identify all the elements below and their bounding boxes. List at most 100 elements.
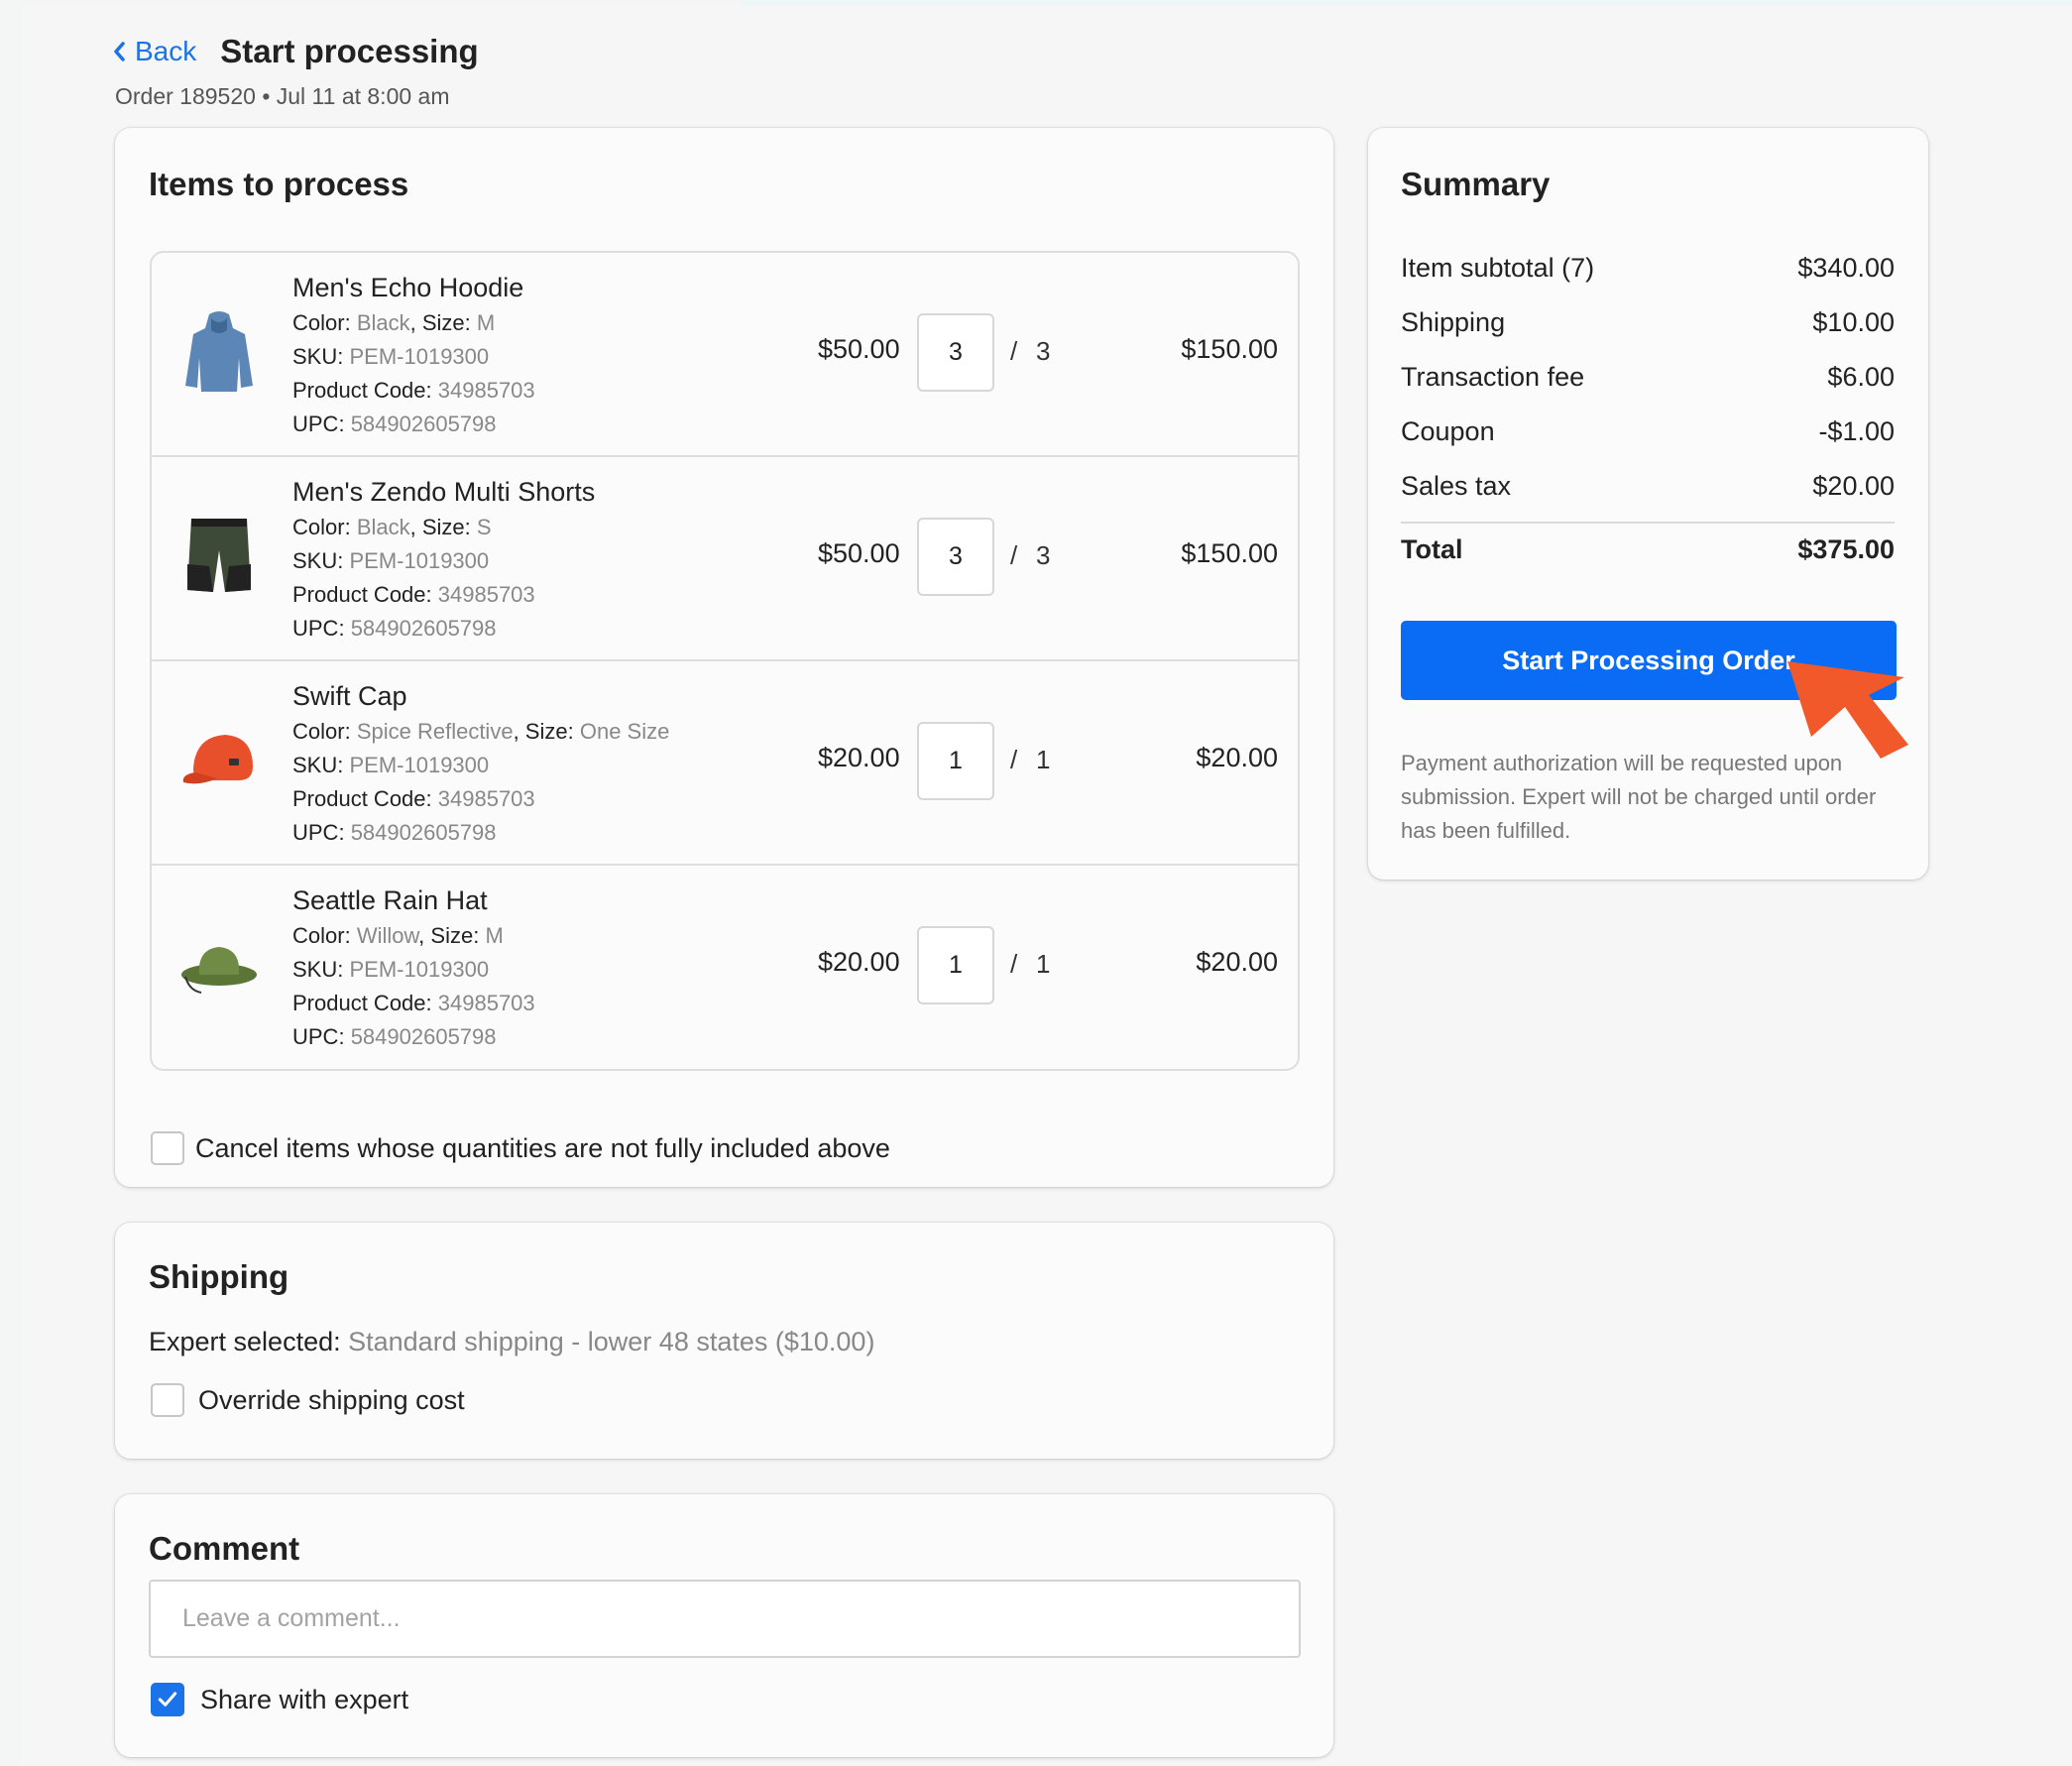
summary-row-value: -$1.00	[1818, 416, 1895, 446]
item-sku: SKU: PEM-1019300	[292, 340, 535, 374]
share-with-expert-checkbox[interactable]	[151, 1683, 184, 1716]
summary-row-label: Shipping	[1401, 307, 1506, 337]
item-product-code-value: 34985703	[437, 991, 535, 1015]
item-unit-price: $50.00	[818, 334, 900, 364]
item-quantity-input[interactable]: 3	[917, 313, 994, 392]
item-quantity-ordered: 3	[1036, 336, 1051, 366]
items-card: Items to process Men's Echo Hoodie Color:…	[115, 128, 1333, 1187]
item-size-label: Size:	[430, 923, 480, 948]
item-upc-value: 584902605798	[350, 412, 497, 436]
comment-card: Comment Share with expert	[115, 1494, 1333, 1757]
item-size-label: Size:	[524, 719, 574, 744]
item-product-code: Product Code: 34985703	[292, 987, 535, 1020]
items-card-title: Items to process	[149, 166, 409, 202]
item-product-code-label: Product Code:	[292, 786, 432, 811]
page-title: Start processing	[220, 33, 479, 69]
payment-authorization-note: Payment authorization will be requested …	[1401, 751, 1877, 843]
hoodie-icon	[179, 306, 259, 394]
item-row: Seattle Rain Hat Color: Willow, Size: M SK…	[152, 866, 1298, 1069]
item-sku: SKU: PEM-1019300	[292, 544, 595, 578]
item-line-total: $150.00	[1181, 334, 1278, 364]
summary-row: Coupon -$1.00	[1401, 416, 1895, 447]
summary-row-value: $10.00	[1812, 307, 1895, 337]
item-color-size: Color: Spice Reflective, Size: One Size	[292, 719, 670, 744]
comment-card-title: Comment	[149, 1530, 300, 1567]
item-details: Swift Cap Color: Spice Reflective, Size: …	[292, 677, 669, 850]
item-row: Men's Zendo Multi Shorts Color: Black, Si…	[152, 457, 1298, 661]
cap-icon	[179, 715, 259, 802]
item-name: Men's Zendo Multi Shorts	[292, 477, 596, 507]
item-details: Men's Zendo Multi Shorts Color: Black, Si…	[292, 473, 595, 646]
item-sku-label: SKU:	[292, 344, 344, 369]
summary-divider	[1401, 522, 1895, 524]
summary-row-label: Transaction fee	[1401, 362, 1585, 392]
share-with-expert-label: Share with expert	[200, 1684, 409, 1714]
summary-row-value: $340.00	[1797, 253, 1895, 283]
quantity-separator: /	[1010, 540, 1018, 570]
expert-selected-label: Expert selected:	[149, 1327, 341, 1356]
share-with-expert-option[interactable]: Share with expert	[151, 1683, 408, 1716]
summary-row-label: Coupon	[1401, 416, 1495, 446]
checkmark-icon	[158, 1692, 177, 1707]
item-upc: UPC: 584902605798	[292, 816, 669, 850]
item-color-label: Color:	[292, 515, 351, 539]
item-details: Men's Echo Hoodie Color: Black, Size: M SK…	[292, 269, 535, 441]
override-shipping-label: Override shipping cost	[198, 1384, 465, 1415]
summary-card-title: Summary	[1401, 166, 1551, 202]
item-upc-value: 584902605798	[350, 616, 497, 641]
item-upc-label: UPC:	[292, 616, 345, 641]
item-size-value: M	[485, 923, 504, 948]
item-size-label: Size:	[421, 310, 471, 335]
item-name: Seattle Rain Hat	[292, 885, 488, 915]
back-link[interactable]: Back	[111, 36, 196, 67]
item-size-value: One Size	[579, 719, 670, 744]
item-product-code-value: 34985703	[437, 378, 535, 403]
shorts-icon	[179, 511, 259, 598]
hat-icon	[179, 919, 259, 1006]
expert-selected-value: Standard shipping - lower 48 states ($10…	[348, 1327, 875, 1356]
summary-row: Transaction fee $6.00	[1401, 362, 1895, 393]
comment-input[interactable]	[149, 1580, 1301, 1658]
item-product-code: Product Code: 34985703	[292, 374, 535, 408]
item-sku-label: SKU:	[292, 753, 344, 777]
item-unit-price: $20.00	[818, 947, 900, 977]
item-size-label: Size:	[421, 515, 471, 539]
summary-total-value: $375.00	[1797, 534, 1895, 564]
item-sku: SKU: PEM-1019300	[292, 953, 535, 987]
item-product-code: Product Code: 34985703	[292, 578, 595, 612]
summary-row: Item subtotal (7) $340.00	[1401, 253, 1895, 284]
cancel-items-label: Cancel items whose quantities are not fu…	[195, 1132, 890, 1163]
item-row: Men's Echo Hoodie Color: Black, Size: M SK…	[152, 253, 1298, 457]
quantity-separator: /	[1010, 745, 1018, 774]
shipping-card-title: Shipping	[149, 1258, 289, 1295]
item-product-code-label: Product Code:	[292, 378, 432, 403]
expert-selected-shipping: Expert selected: Standard shipping - low…	[149, 1327, 874, 1357]
override-shipping-checkbox[interactable]	[151, 1383, 184, 1417]
cancel-items-option[interactable]: Cancel items whose quantities are not fu…	[151, 1131, 890, 1165]
item-quantity-input[interactable]: 3	[917, 518, 994, 596]
item-quantity-input[interactable]: 1	[917, 722, 994, 800]
page-header: Back Start processing Order 189520 • Jul…	[111, 30, 479, 110]
item-upc-value: 584902605798	[350, 1024, 497, 1049]
item-quantity-ordered: 1	[1036, 949, 1051, 979]
item-line-total: $20.00	[1196, 743, 1278, 772]
item-color-value: Spice Reflective	[356, 719, 514, 744]
item-upc: UPC: 584902605798	[292, 1020, 535, 1054]
pointer-cursor-icon	[1787, 661, 1908, 759]
item-line-total: $20.00	[1196, 947, 1278, 977]
override-shipping-option[interactable]: Override shipping cost	[151, 1383, 465, 1417]
item-sku-label: SKU:	[292, 957, 344, 982]
item-color-label: Color:	[292, 310, 351, 335]
summary-total-label: Total	[1401, 534, 1463, 564]
item-color-label: Color:	[292, 719, 351, 744]
item-size-value: M	[476, 310, 496, 335]
item-unit-price: $50.00	[818, 538, 900, 568]
item-upc-label: UPC:	[292, 820, 345, 845]
item-name: Men's Echo Hoodie	[292, 273, 524, 302]
item-color-label: Color:	[292, 923, 351, 948]
item-sku-value: PEM-1019300	[349, 957, 490, 982]
item-product-code-label: Product Code:	[292, 991, 432, 1015]
item-quantity-input[interactable]: 1	[917, 926, 994, 1004]
cancel-items-checkbox[interactable]	[151, 1131, 184, 1165]
summary-row: Shipping $10.00	[1401, 307, 1895, 338]
